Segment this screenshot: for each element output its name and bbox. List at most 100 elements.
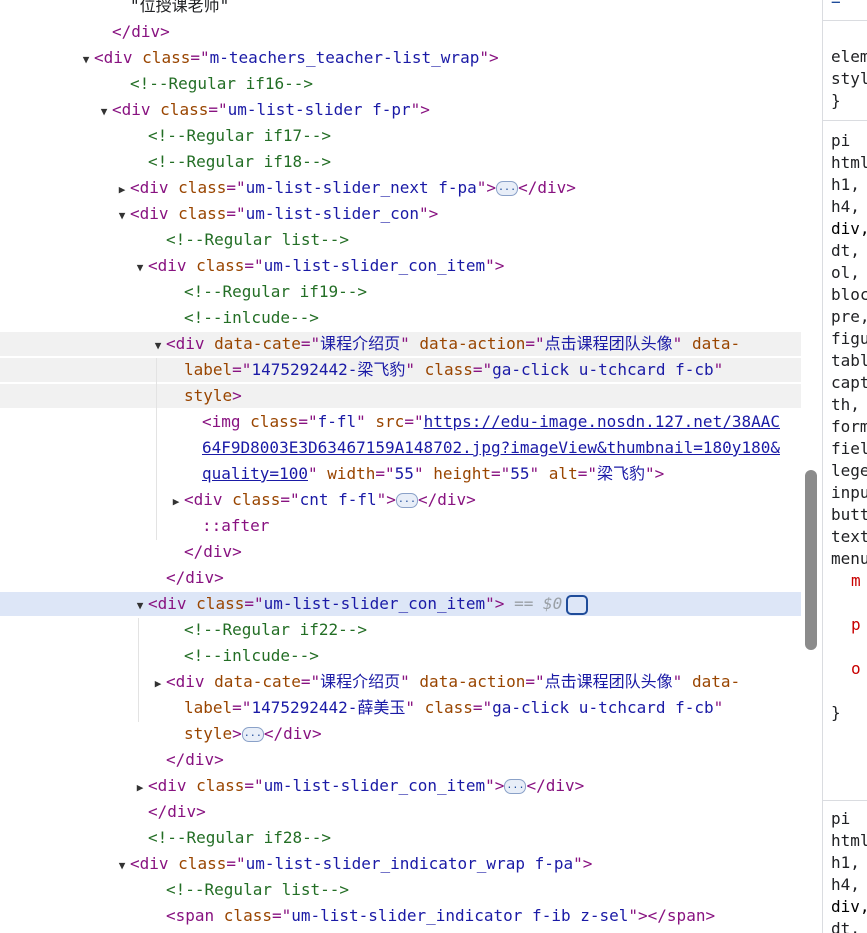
expand-triangle-open-icon[interactable]: ▼ — [150, 334, 166, 358]
attribute-name: data-action — [419, 334, 526, 353]
attribute-value: f-fl — [317, 412, 357, 431]
dom-node-line[interactable]: </div> — [0, 566, 801, 590]
collapsed-ellipsis-button[interactable]: ... — [241, 727, 264, 742]
image-src-link[interactable]: quality=100 — [202, 464, 308, 483]
dom-node-line[interactable]: label="1475292442-薛美玉" class="ga-click u… — [0, 696, 801, 720]
collapsed-ellipsis-button[interactable]: ... — [496, 181, 519, 196]
collapsed-ellipsis-button[interactable]: ... — [395, 493, 418, 508]
markup-text: =" — [375, 464, 395, 483]
dom-node-line[interactable]: ▼ <div class="m-teachers_teacher-list_wra… — [0, 46, 801, 70]
attribute-name: class — [424, 360, 473, 379]
markup-text: =" — [280, 490, 300, 509]
dom-node-line[interactable]: <!--Regular list--> — [0, 228, 801, 252]
markup-text: " — [400, 334, 420, 353]
elements-scrollbar-track[interactable] — [801, 0, 822, 933]
dom-node-line[interactable]: ▼ <div class="um-list-slider f-pr"> — [0, 98, 801, 122]
markup-text: =" — [226, 204, 246, 223]
dom-node-line[interactable]: style> — [0, 384, 801, 408]
dom-node-line[interactable]: ▶ <div class="um-list-slider_next f-pa">.… — [0, 176, 801, 200]
markup-text: " — [413, 464, 434, 483]
markup-text: "> — [476, 178, 497, 197]
dom-node-line[interactable]: 64F9D8003E3D63467159A148702.jpg?imageVie… — [0, 436, 801, 460]
dom-node-line[interactable]: quality=100" width="55" height="55" alt=… — [0, 462, 801, 486]
expand-triangle-open-icon[interactable]: ▼ — [132, 594, 148, 618]
dom-node-line[interactable]: <!--Regular list--> — [0, 878, 801, 902]
dom-node-line[interactable]: </div> — [0, 800, 801, 824]
dom-node-line[interactable]: ▼ <div class="um-list-slider_indicator_wr… — [0, 852, 801, 876]
expand-triangle-open-icon[interactable]: ▼ — [114, 854, 130, 878]
dom-node-line[interactable]: "位授课老师" — [0, 0, 801, 18]
dom-node-line[interactable]: <img class="f-fl" src="https://edu-image… — [0, 410, 801, 434]
indent-guide — [156, 358, 157, 540]
markup-text: <div — [166, 334, 215, 353]
style-property-name[interactable]: p — [831, 614, 867, 658]
dom-node-line[interactable]: ▶ <div class="cnt f-fl">... </div> — [0, 488, 801, 512]
attribute-value: um-list-slider_indicator f-ib z-sel — [291, 906, 629, 925]
dom-node-line[interactable]: <!--Regular if19--> — [0, 280, 801, 304]
dom-node-line[interactable]: ▶ <div data-cate="课程介绍页" data-action="点击课… — [0, 670, 801, 694]
markup-text: =" — [232, 698, 252, 717]
markup-text: </div> — [263, 724, 322, 743]
attribute-value: m-teachers_teacher-list_wrap — [209, 48, 480, 67]
dom-node-line[interactable]: ▶ <div class="um-list-slider_con_item">..… — [0, 774, 801, 798]
markup-text: <div — [148, 776, 197, 795]
markup-text: " — [307, 464, 328, 483]
dom-node-line[interactable]: ▼ <div class="um-list-slider_con_item"> — [0, 254, 801, 278]
expand-triangle-open-icon[interactable]: ▼ — [114, 204, 130, 228]
expand-triangle-closed-icon[interactable]: ▶ — [168, 490, 184, 514]
markup-text: "> — [628, 906, 648, 925]
dom-node-line[interactable]: </div> — [0, 20, 801, 44]
attribute-name: style — [184, 386, 233, 405]
attribute-value: um-list-slider f-pr — [227, 100, 411, 119]
dom-node-line[interactable]: </div> — [0, 540, 801, 564]
markup-text: =" — [244, 776, 264, 795]
attribute-value: 55 — [510, 464, 530, 483]
ai-assistance-icon[interactable] — [566, 594, 589, 615]
dom-node-line[interactable]: style>... </div> — [0, 722, 801, 746]
expand-triangle-open-icon[interactable]: ▼ — [96, 100, 112, 124]
image-src-link[interactable]: https://edu-image.nosdn.127.net/38AAC — [424, 412, 780, 431]
expand-triangle-closed-icon[interactable]: ▶ — [114, 178, 130, 202]
expand-triangle-closed-icon[interactable]: ▶ — [150, 672, 166, 696]
attribute-name: class — [196, 256, 245, 275]
html-comment: <!--Regular list--> — [166, 880, 350, 899]
dom-node-line[interactable]: label="1475292442-梁飞豹" class="ga-click u… — [0, 358, 801, 382]
style-property-name[interactable]: m — [831, 570, 867, 614]
style-property-name[interactable]: o — [831, 658, 867, 702]
html-comment: <!--Regular if17--> — [148, 126, 332, 145]
dom-node-line[interactable]: <span class="um-list-slider_indicator f-… — [0, 904, 801, 928]
markup-text: > — [232, 386, 242, 405]
expand-triangle-open-icon[interactable]: ▼ — [78, 48, 94, 72]
markup-text: =" — [577, 464, 597, 483]
dom-node-line[interactable]: <!--inlcude--> — [0, 306, 801, 330]
dom-node-line[interactable]: ▼ <div class="um-list-slider_con"> — [0, 202, 801, 226]
dom-node-line[interactable]: ::after — [0, 514, 801, 538]
style-selector-text: bloc — [831, 285, 867, 304]
image-src-link[interactable]: 64F9D8003E3D63467159A148702.jpg?imageVie… — [202, 438, 780, 457]
filter-icon[interactable]: = — [831, 0, 841, 12]
expand-triangle-open-icon[interactable]: ▼ — [132, 256, 148, 280]
attribute-name: class — [250, 412, 299, 431]
dom-node-line[interactable]: <!--Regular if22--> — [0, 618, 801, 642]
dom-node-line[interactable]: <!--Regular if17--> — [0, 124, 801, 148]
attribute-name: class — [232, 490, 281, 509]
style-selector-text: h4, — [831, 197, 860, 216]
html-comment: <!--Regular if22--> — [184, 620, 368, 639]
dom-node-line[interactable]: <!--Regular if16--> — [0, 72, 801, 96]
dom-node-line[interactable]: <!--Regular if28--> — [0, 826, 801, 850]
html-comment: <!--Regular if28--> — [148, 828, 332, 847]
dom-node-line[interactable]: <!--Regular if18--> — [0, 150, 801, 174]
elements-scrollbar-thumb[interactable] — [805, 470, 817, 650]
attribute-name: data-cate — [214, 672, 301, 691]
expand-triangle-closed-icon[interactable]: ▶ — [132, 776, 148, 800]
dom-node-line[interactable]: ▼ <div data-cate="课程介绍页" data-action="点击课… — [0, 332, 801, 356]
attribute-name: height — [433, 464, 491, 483]
markup-text: "> — [419, 204, 439, 223]
dom-node-line[interactable]: ▼ <div class="um-list-slider_con_item"> =… — [0, 592, 801, 616]
attribute-name: data- — [691, 672, 741, 691]
dom-node-line[interactable]: </div> — [0, 748, 801, 772]
markup-text: </div> — [417, 490, 476, 509]
dom-node-line[interactable]: <!--inlcude--> — [0, 644, 801, 668]
markup-text: " — [672, 672, 692, 691]
collapsed-ellipsis-button[interactable]: ... — [504, 779, 527, 794]
